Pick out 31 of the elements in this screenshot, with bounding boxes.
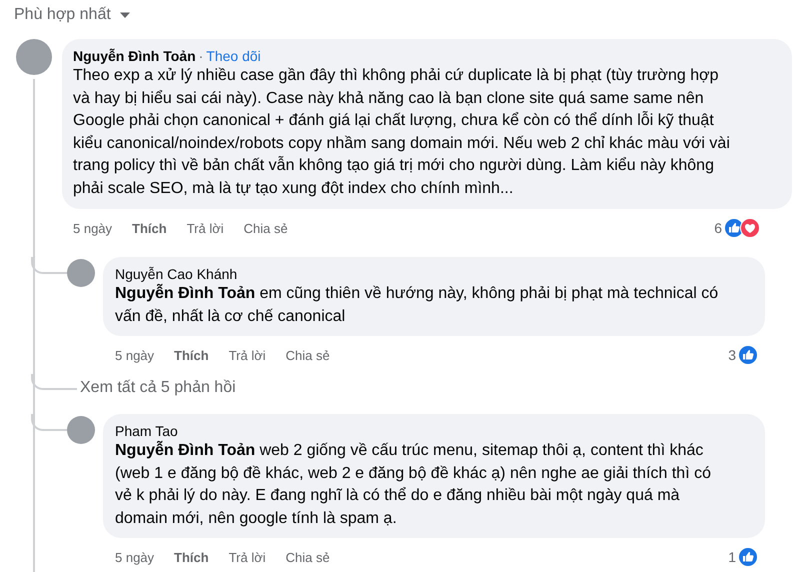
reaction-count: 1 [728,549,736,565]
reply-link[interactable]: Trả lời [186,220,224,236]
separator-dot: · [198,48,204,64]
caret-icon [118,11,131,19]
follow-link[interactable]: Theo dõi [206,47,261,65]
comment-text: Nguyễn Đình Toản em cũng thiên về hướng này, không phải bị phạt mà technical có vấn đề, nhất là cơ chế canonical [115,283,720,326]
reaction-count: 6 [714,220,722,236]
comment-text: Theo exp a xử lý nhiều case gần đây thì không phải cứ duplicate là bị phạt (tùy trường hợp và hay bị hiểu sai cái này). Case này khả năng cao là bạn clone site quá same same nên Google phải chọn canonical + đánh giá lại chất lượng, chưa kể còn có thể dính lỗi kỹ thuật kiểu canonical/noindex/robots copy nhầm sang domain mới. Nếu web 2 chỉ khác màu với vài trang policy thì về bản chất vẫn không tạo giá trị mới cho người dùng. Làm kiểu này không phải scale SEO, mà là tự tạo xung đột index cho chính mình... [73,66,731,198]
share-link[interactable]: Chia sẻ [286,348,330,362]
share-link[interactable]: Chia sẻ [244,220,288,236]
like-link[interactable]: Thích [174,348,209,362]
comment-text: Nguyễn Đình Toản web 2 giống về cấu trúc menu, sitemap thôi ạ, content thì khác (web 1 e đăng bộ đề khác, web 2 e đăng bộ đề khác ạ) nên nghe ae giải thích thì có vẻ k phải lý do này. E đang nghĩ là có thể do e đăng nhiều bài một ngày quá mà domain mới, nên google tính là spam ạ. [115,440,712,528]
reply-link[interactable]: Trả lời [228,550,266,564]
avatar[interactable] [16,39,52,75]
like-link[interactable]: Thích [132,220,167,236]
like-link[interactable]: Thích [174,550,209,564]
like-icon [738,345,758,365]
view-replies-link[interactable]: Xem tất cả 5 phản hồi [80,378,236,398]
timestamp[interactable]: 5 ngày [115,550,154,564]
reaction-count: 3 [728,347,736,363]
timestamp[interactable]: 5 ngày [115,348,154,362]
avatar[interactable] [67,416,95,444]
like-icon [738,547,758,567]
author-name[interactable]: Nguyễn Đình Toản [73,48,196,64]
reply-link[interactable]: Trả lời [228,348,266,362]
avatar[interactable] [67,259,95,287]
timestamp[interactable]: 5 ngày [73,220,112,236]
sort-dropdown[interactable]: Phù hợp nhất [14,6,131,24]
share-link[interactable]: Chia sẻ [286,550,330,564]
author-name[interactable]: Pham Tao [115,422,725,440]
author-name[interactable]: Nguyễn Cao Khánh [115,265,725,283]
